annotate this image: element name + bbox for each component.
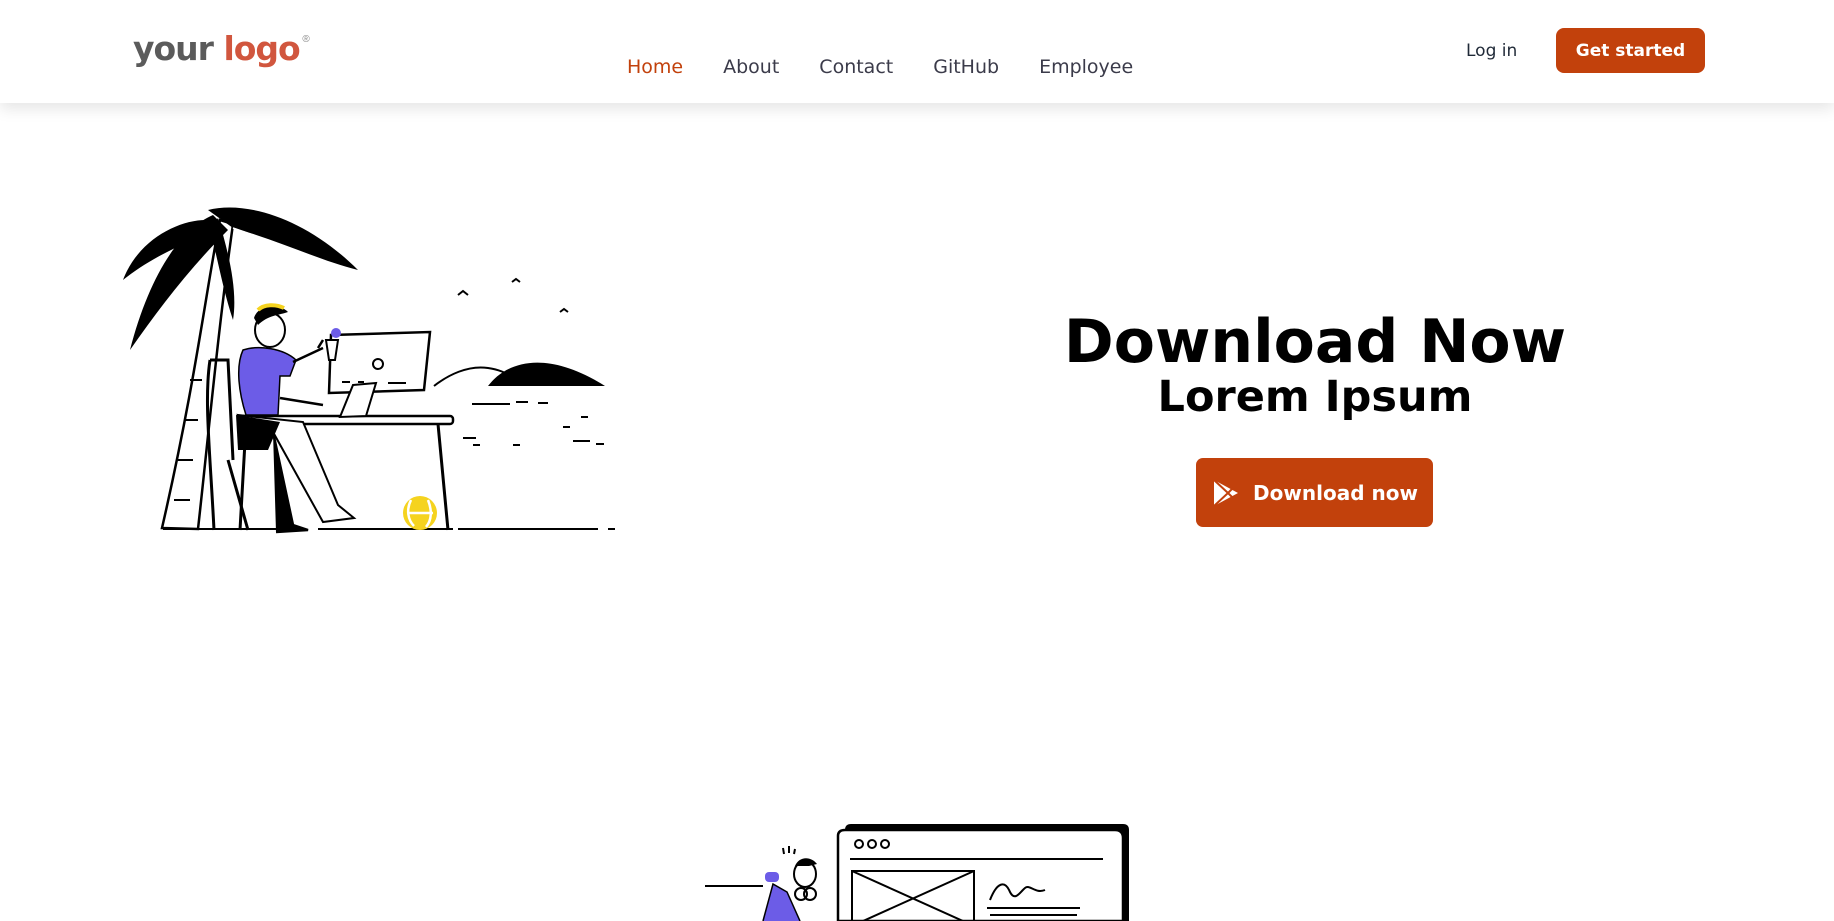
main-nav: Home About Contact GitHub Employee [627, 54, 1133, 80]
login-link[interactable]: Log in [1466, 39, 1517, 63]
hero-subtitle: Lorem Ipsum [1157, 372, 1473, 422]
nav-item-employee[interactable]: Employee [1039, 54, 1133, 80]
download-now-label: Download now [1253, 480, 1418, 505]
logo-word-your: your [133, 29, 214, 68]
nav-item-about[interactable]: About [723, 54, 779, 80]
registered-mark: ® [302, 34, 310, 45]
logo-word-logo: logo [223, 29, 300, 68]
play-store-icon [1213, 478, 1239, 507]
remote-worker-beach-illustration [123, 207, 615, 534]
get-started-button[interactable]: Get started [1556, 28, 1705, 73]
nav-item-github[interactable]: GitHub [933, 54, 999, 80]
site-logo[interactable]: your logo ® [133, 26, 310, 72]
download-now-button[interactable]: Download now [1196, 458, 1433, 527]
hero-title: Download Now [1063, 307, 1567, 377]
nav-item-contact[interactable]: Contact [819, 54, 893, 80]
nav-item-home[interactable]: Home [627, 54, 683, 80]
wireframe-browser-illustration [705, 824, 1129, 921]
site-header: your logo ® Home About Contact GitHub Em… [0, 0, 1834, 103]
logo-wordmark: your logo [133, 29, 301, 68]
